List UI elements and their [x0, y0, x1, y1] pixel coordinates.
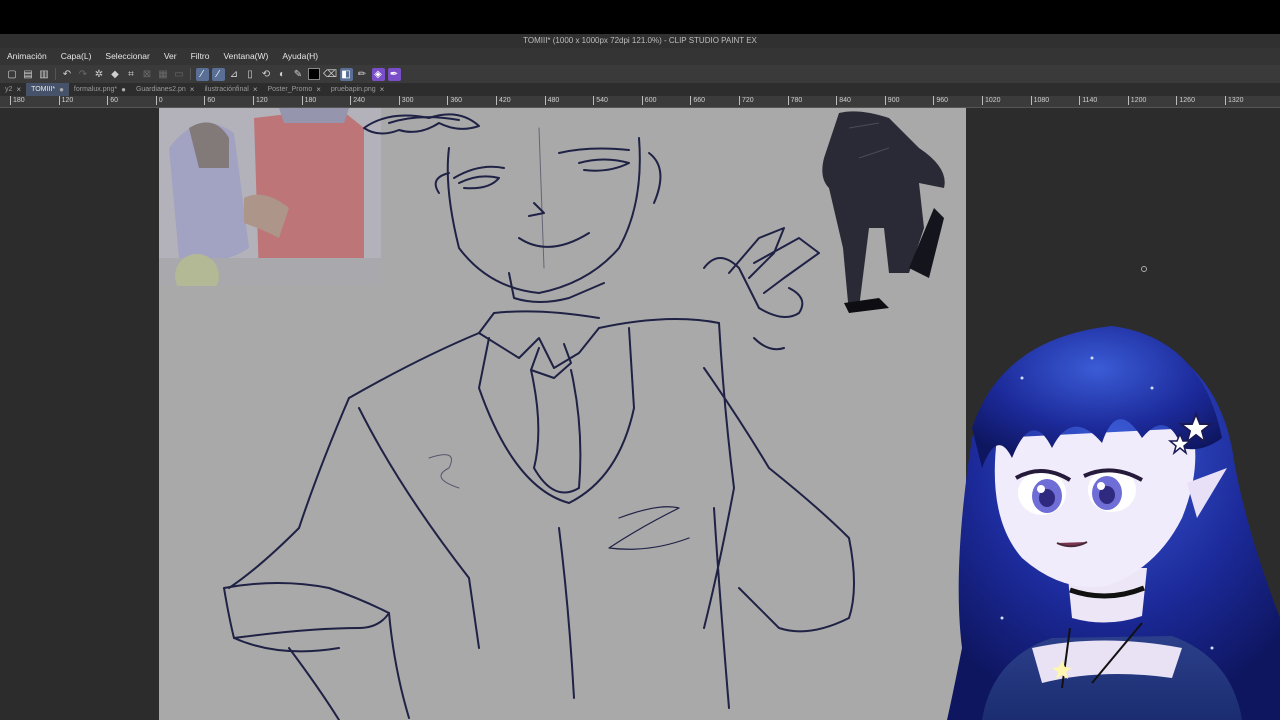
ruler-tick-label: 180	[301, 96, 316, 105]
ruler-tick-label: 240	[350, 96, 365, 105]
redo-icon[interactable]: ↷	[77, 68, 90, 81]
tab-label: TOMIII*	[31, 86, 56, 93]
close-icon[interactable]: ●	[59, 83, 64, 96]
ruler-tick-label: 1020	[982, 96, 1001, 105]
tab-ilustracionfinal[interactable]: ilustraciónfinal ×	[199, 83, 262, 96]
tab-poster-promo[interactable]: Poster_Promo ×	[262, 83, 325, 96]
blend-icon[interactable]: ◐	[276, 68, 289, 81]
pencil-icon[interactable]: ✏	[356, 68, 369, 81]
menu-capa[interactable]: Capa(L)	[54, 48, 99, 65]
settings-icon[interactable]: ✲	[93, 68, 106, 81]
window-title: TOMIII* (1000 x 1000px 72dpi 121.0%) - C…	[0, 34, 1280, 48]
ruler-tick-label: 60	[204, 96, 215, 105]
tab-tomiii[interactable]: TOMIII* ●	[26, 83, 69, 96]
rotate-icon[interactable]: ⟲	[260, 68, 273, 81]
ruler-tick-label: 720	[739, 96, 754, 105]
fill-icon[interactable]: ▦	[157, 68, 170, 81]
color-swatch	[308, 68, 320, 80]
ruler-tick-label: 1080	[1030, 96, 1049, 105]
tab-guardianes2[interactable]: Guardianes2.pn ×	[131, 83, 200, 96]
menu-filtro[interactable]: Filtro	[184, 48, 217, 65]
close-icon[interactable]: ×	[316, 83, 321, 96]
ruler-tick-label: 600	[641, 96, 656, 105]
ruler-tick-label: 1260	[1176, 96, 1195, 105]
transform-icon[interactable]: ◆	[109, 68, 122, 81]
document-tab-bar: y2 × TOMIII* ● formalux.png* ● Guardianes2.…	[0, 83, 1280, 96]
tab-label: y2	[5, 86, 13, 93]
vtuber-avatar	[947, 326, 1280, 720]
snap-ruler-icon[interactable]: ⁄	[195, 67, 209, 81]
snap-grid-icon[interactable]: ⊿	[228, 68, 241, 81]
menu-animacion[interactable]: Animación	[0, 48, 54, 65]
menu-ver[interactable]: Ver	[157, 48, 184, 65]
horizontal-ruler[interactable]: 180 120 60 0 60 120 180 240 300 360 420 480 540 600 66…	[0, 96, 1280, 108]
toolbar-divider	[55, 68, 56, 80]
ruler-tick-label: 1140	[1079, 96, 1097, 105]
tab-pruebapin[interactable]: pruebapin.png ×	[326, 83, 389, 96]
drawing-canvas[interactable]	[159, 108, 966, 720]
tab-label: ilustraciónfinal	[204, 86, 249, 93]
undo-icon[interactable]: ↶	[61, 68, 74, 81]
ruler-tick-label: 120	[58, 96, 73, 105]
menu-ventana[interactable]: Ventana(W)	[216, 48, 275, 65]
tab-label: pruebapin.png	[330, 86, 376, 93]
tab-label: Poster_Promo	[267, 86, 313, 93]
tab-label: formalux.png*	[73, 86, 118, 93]
close-icon[interactable]: ×	[16, 83, 21, 96]
tab-label: Guardianes2.pn	[135, 86, 186, 93]
menu-bar: Animación Capa(L) Seleccionar Ver Filtro…	[0, 48, 1280, 65]
save-icon[interactable]: ▥	[38, 68, 51, 81]
crop-icon[interactable]: ⌗	[125, 68, 138, 81]
ruler-tick-label: 60	[107, 96, 118, 105]
ruler-tick-label: 300	[398, 96, 413, 105]
eraser-icon[interactable]: ⌫	[323, 68, 337, 81]
ruler-tick-label: 1320	[1225, 96, 1244, 105]
reference-figure	[822, 111, 945, 313]
ruler-tick-label: 420	[496, 96, 511, 105]
snap-special-ruler-icon[interactable]: ∕	[211, 67, 225, 81]
ruler-tick-label: 780	[787, 96, 802, 105]
color-swatch-icon[interactable]	[308, 68, 321, 81]
menu-ayuda[interactable]: Ayuda(H)	[275, 48, 325, 65]
ruler-tick-label: 0	[155, 96, 163, 105]
tab-formalux[interactable]: formalux.png* ●	[69, 83, 131, 96]
character-sketch	[223, 111, 945, 720]
ruler-tick-label: 840	[836, 96, 851, 105]
pen-icon[interactable]: ✎	[292, 68, 305, 81]
toolbar-divider	[190, 68, 191, 80]
new-file-icon[interactable]: ▢	[6, 68, 19, 81]
ruler-tick-label: 120	[253, 96, 268, 105]
ruler-tick-label: 1200	[1127, 96, 1146, 105]
ruler-tick-label: 660	[690, 96, 705, 105]
command-bar: ▢ ▤ ▥ ↶ ↷ ✲ ◆ ⌗ ⊠ ▦ ▭ ⁄ ∕ ⊿ ▯ ⟲ ◐ ✎ ⌫ ◧ …	[0, 65, 1280, 83]
ruler-tick-label: 360	[447, 96, 462, 105]
selection-icon[interactable]: ▭	[173, 68, 186, 81]
ruler-tick-label: 540	[593, 96, 608, 105]
open-file-icon[interactable]: ▤	[22, 68, 35, 81]
tab-y2[interactable]: y2 ×	[0, 83, 26, 96]
close-icon[interactable]: ×	[190, 83, 195, 96]
layer-mask-icon[interactable]: ◈	[371, 67, 385, 81]
close-icon[interactable]: ×	[253, 83, 258, 96]
transparent-color-icon[interactable]: ◧	[339, 67, 353, 81]
ruler-tick-label: 480	[544, 96, 559, 105]
ruler-tick-label: 180	[10, 96, 25, 105]
ruler-icon[interactable]: ▯	[244, 68, 257, 81]
ruler-tick-label: 900	[884, 96, 899, 105]
top-black-bar	[0, 0, 1280, 34]
ruler-tick-label: 960	[933, 96, 948, 105]
close-icon[interactable]: ×	[380, 83, 385, 96]
clear-icon[interactable]: ⊠	[141, 68, 154, 81]
menu-seleccionar[interactable]: Seleccionar	[98, 48, 156, 65]
brush-cursor-icon	[1141, 266, 1147, 272]
lasso-pen-icon[interactable]: ✒	[387, 67, 401, 81]
close-icon[interactable]: ●	[121, 83, 126, 96]
